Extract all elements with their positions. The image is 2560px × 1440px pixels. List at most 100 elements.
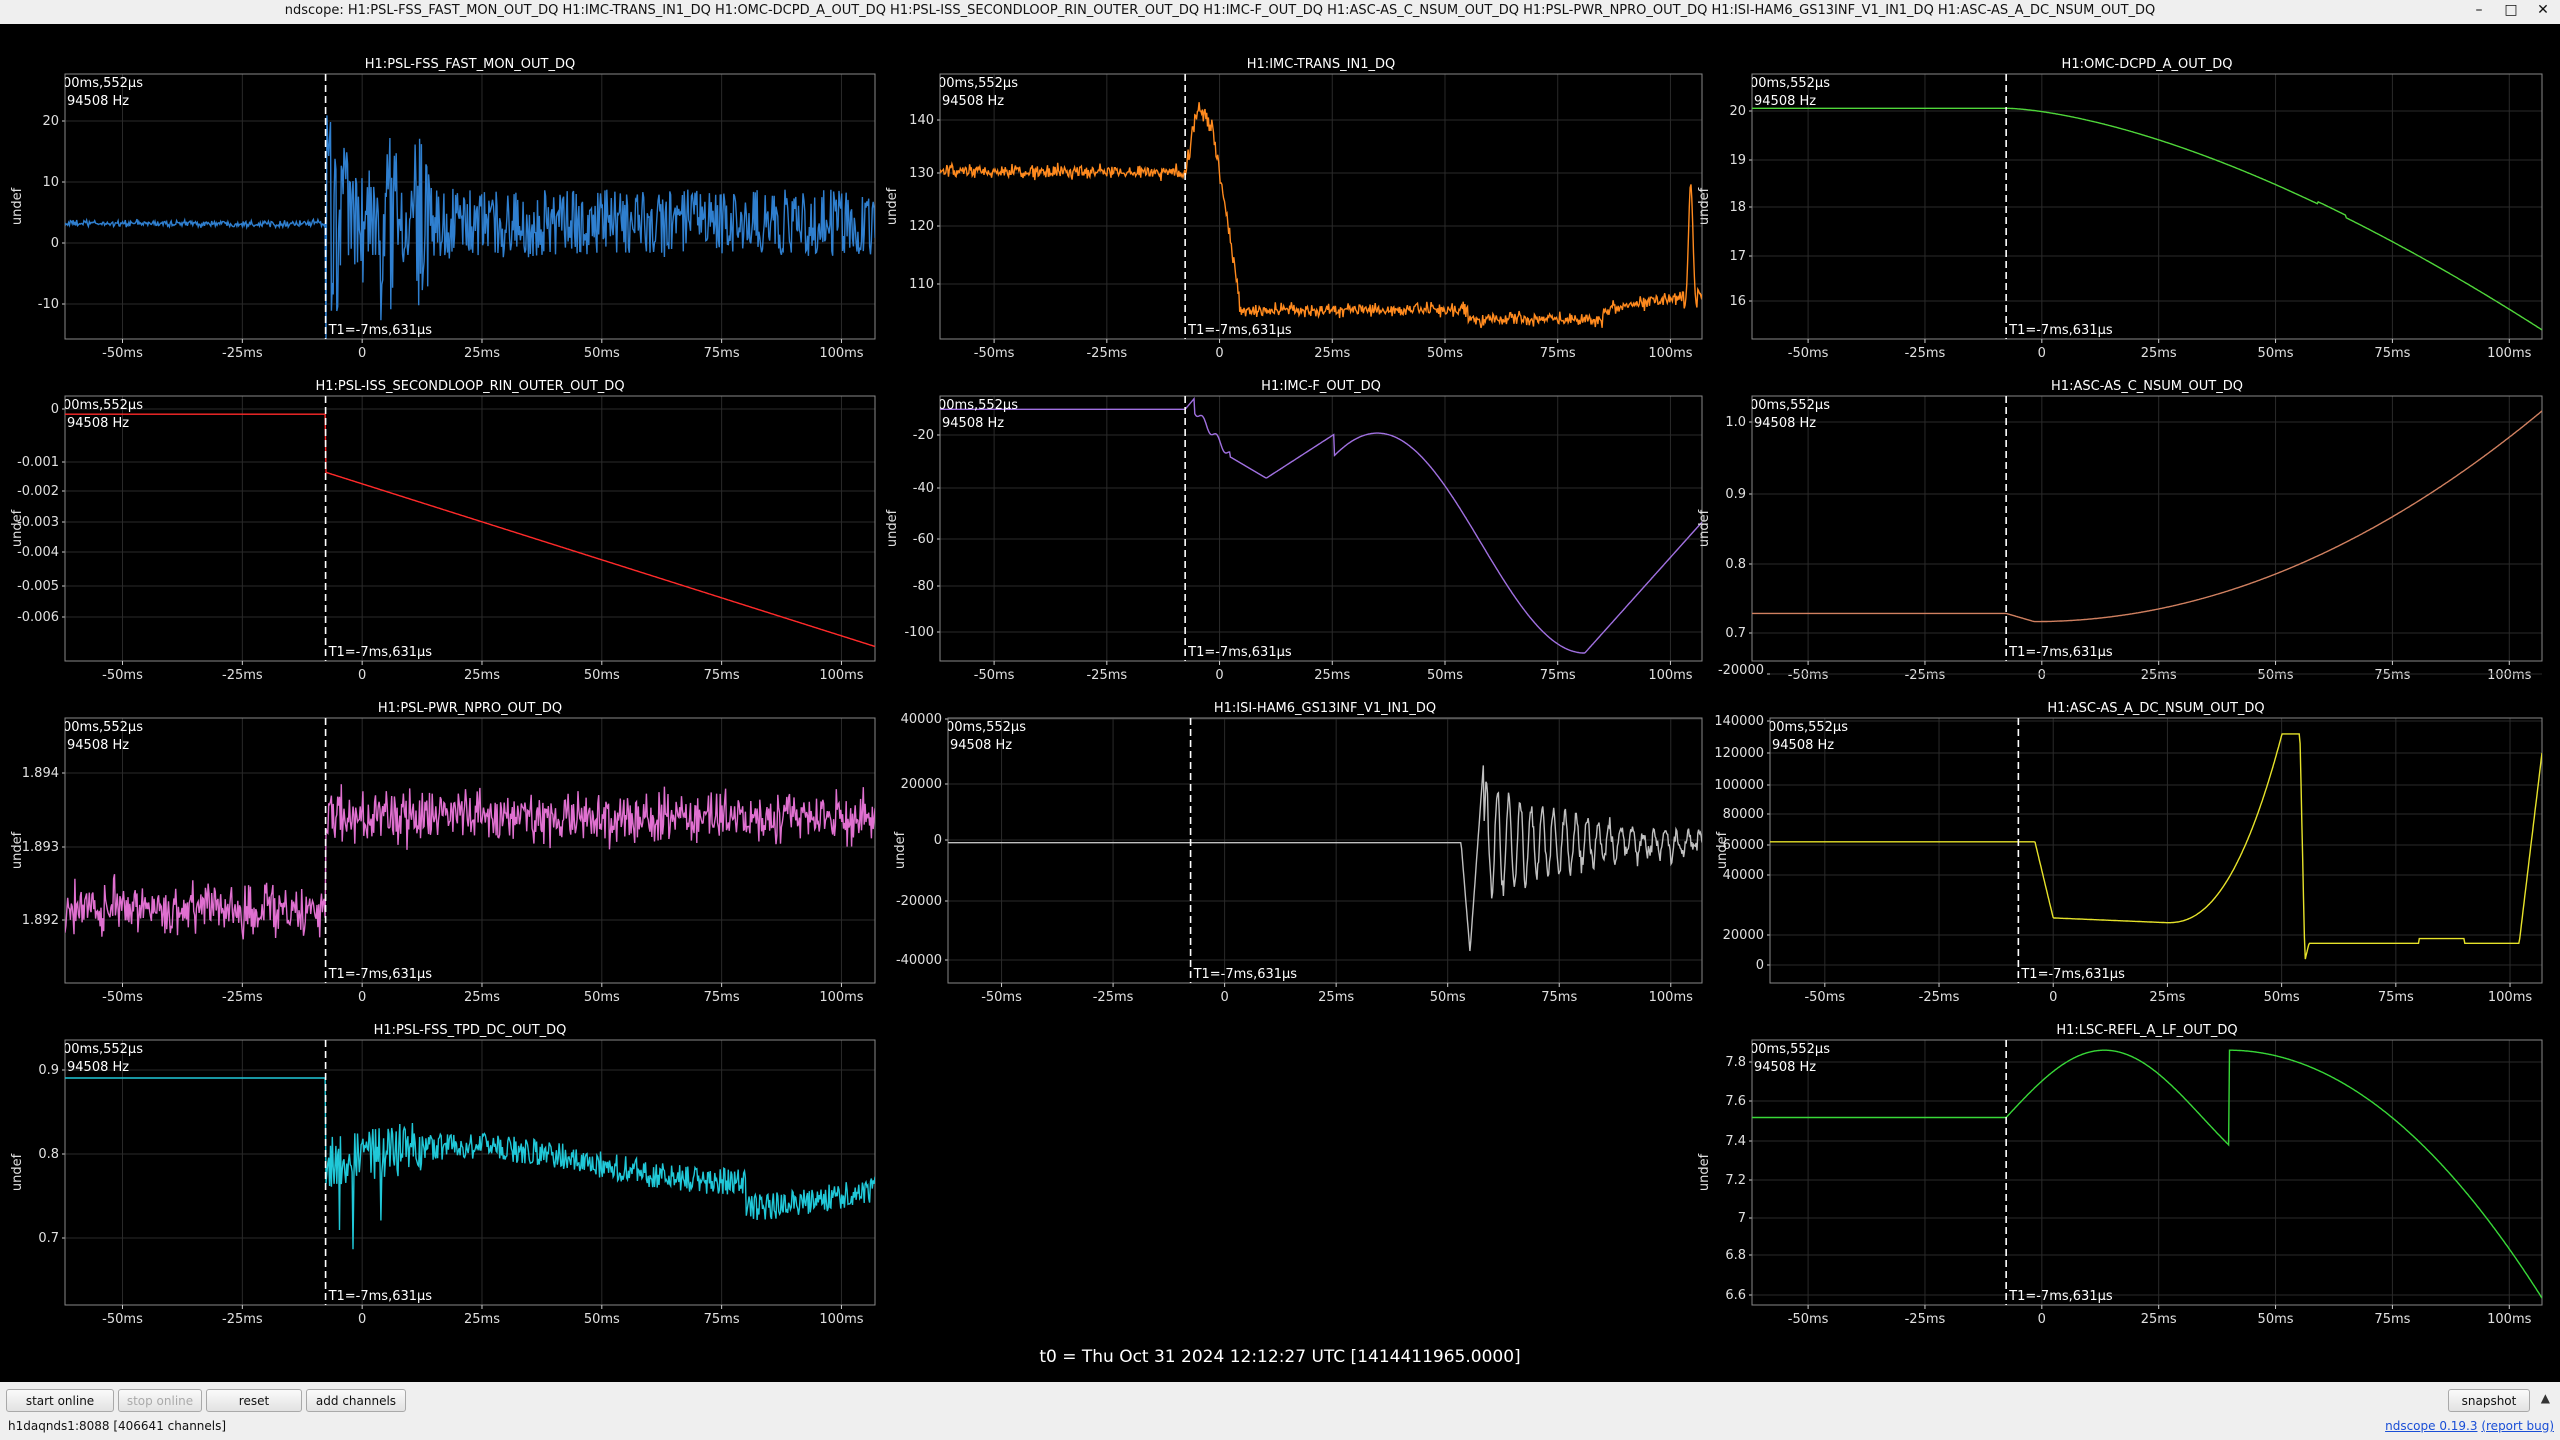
- x-tick-label: -25ms: [222, 1312, 263, 1327]
- maximize-button[interactable]: □: [2502, 2, 2520, 18]
- y-axis-label: undef: [885, 509, 900, 547]
- y-tick-label: -20: [913, 428, 934, 443]
- y-tick-label: 40000: [901, 712, 942, 727]
- chart-title: H1:OMC-DCPD_A_OUT_DQ: [2062, 57, 2233, 72]
- y-tick-label: 7.6: [1725, 1094, 1746, 1109]
- y-tick-label: 0: [51, 402, 59, 417]
- y-tick-label: 140000: [1714, 714, 1764, 729]
- cursor-freq-readout: 94508 Hz: [942, 94, 1004, 109]
- y-tick-label: 20: [42, 114, 59, 129]
- y-tick-label: 16: [1729, 294, 1746, 309]
- x-tick-label: 100ms: [819, 1312, 863, 1327]
- y-tick-label: -20000: [896, 894, 942, 909]
- version-link[interactable]: ndscope 0.19.3: [2385, 1419, 2477, 1433]
- y-tick-label: 6.8: [1725, 1248, 1746, 1263]
- chart-title: H1:IMC-F_OUT_DQ: [1261, 379, 1381, 394]
- y-tick-label: 40000: [1723, 868, 1764, 883]
- y-axis-label: undef: [10, 509, 25, 547]
- y-tick-label: 19: [1729, 153, 1746, 168]
- cursor-freq-readout: 94508 Hz: [67, 94, 129, 109]
- y-tick-label: 0.9: [38, 1063, 59, 1078]
- series-line: [65, 413, 875, 648]
- server-status: h1daqnds1:8088 [406641 channels]: [8, 1419, 227, 1433]
- cursor-freq-readout: 94508 Hz: [1754, 1060, 1816, 1075]
- x-tick-label: 75ms: [1541, 990, 1577, 1005]
- chart-panel[interactable]: H1:PSL-ISS_SECONDLOOP_RIN_OUTER_OUT_DQ 0 -…: [0, 352, 876, 683]
- cursor-time-readout: 00ms,552µs: [63, 720, 143, 735]
- y-axis-label: undef: [893, 831, 908, 869]
- snapshot-button[interactable]: snapshot: [2448, 1389, 2530, 1412]
- t1-cursor-label: T1=-7ms,631µs: [2008, 1289, 2113, 1304]
- chart-title: H1:ISI-HAM6_GS13INF_V1_IN1_DQ: [1214, 701, 1436, 716]
- add-channels-button[interactable]: add channels: [306, 1389, 406, 1412]
- x-tick-label: -50ms: [1788, 1312, 1829, 1327]
- x-tick-label: 0: [358, 1312, 366, 1327]
- y-axis-label: undef: [1697, 1153, 1712, 1191]
- minimize-button[interactable]: –: [2470, 2, 2488, 18]
- plot-area[interactable]: H1:PSL-FSS_FAST_MON_OUT_DQ 20 10 0 -10 -50ms -…: [0, 24, 2560, 1382]
- chart-panel[interactable]: H1:PSL-FSS_FAST_MON_OUT_DQ20100-10-50ms -…: [0, 30, 876, 361]
- chart-title: H1:PSL-FSS_FAST_MON_OUT_DQ: [365, 57, 575, 72]
- stop-online-button[interactable]: stop online: [118, 1389, 202, 1412]
- cursor-freq-readout: 94508 Hz: [1754, 94, 1816, 109]
- chart-panel[interactable]: H1:IMC-TRANS_IN1_DQ140130120110-50ms -25m…: [860, 30, 1720, 361]
- cursor-freq-readout: 94508 Hz: [1772, 738, 1834, 753]
- x-tick-label: 25ms: [464, 1312, 500, 1327]
- cursor-time-readout: 00ms,552µs: [63, 76, 143, 91]
- y-tick-label: -10: [38, 297, 59, 312]
- x-tick-label: 50ms: [1430, 990, 1466, 1005]
- cursor-freq-readout: 94508 Hz: [67, 416, 129, 431]
- close-button[interactable]: ✕: [2534, 2, 2552, 18]
- chart-panel[interactable]: H1:ASC-AS_A_DC_NSUM_OUT_DQ 140000 120000 10…: [1690, 663, 2550, 1005]
- cursor-time-readout: 00ms,552µs: [938, 398, 1018, 413]
- y-tick-label: -100: [904, 625, 934, 640]
- chart-title: H1:IMC-TRANS_IN1_DQ: [1247, 57, 1395, 72]
- chart-panel[interactable]: H1:IMC-F_OUT_DQ-20-40-60-80-100-50ms -25m…: [860, 352, 1720, 683]
- x-tick-label: 75ms: [704, 1312, 740, 1327]
- x-tick-label: 0: [2038, 1312, 2046, 1327]
- series-line: [1752, 1049, 2542, 1299]
- cursor-time-readout: 00ms,552µs: [946, 720, 1026, 735]
- cursor-freq-readout: 94508 Hz: [950, 738, 1012, 753]
- t1-cursor-label: T1=-7ms,631µs: [328, 1289, 433, 1304]
- chart-panel[interactable]: H1:OMC-DCPD_A_OUT_DQ2019181716-50ms -25ms…: [1690, 30, 2550, 361]
- t1-cursor-label: T1=-7ms,631µs: [1187, 645, 1292, 660]
- chart-panel[interactable]: H1:ASC-AS_C_NSUM_OUT_DQ1.00.90.80.7-50ms…: [1690, 352, 2550, 683]
- report-bug-link[interactable]: (report bug): [2481, 1419, 2554, 1433]
- series-line: [65, 1077, 875, 1250]
- chart-title: H1:PSL-FSS_TPD_DC_OUT_DQ: [374, 1023, 567, 1038]
- y-tick-label: -0.006: [17, 610, 59, 625]
- y-tick-label: 0: [1756, 958, 1764, 973]
- chart-panel[interactable]: H1:ISI-HAM6_GS13INF_V1_IN1_DQ 40000 20000 0…: [860, 674, 1720, 1005]
- cursor-freq-readout: 94508 Hz: [67, 738, 129, 753]
- chart-panel[interactable]: H1:LSC-REFL_A_LF_OUT_DQ 7.8 7.6 7.4 7.2 7 6.8 6…: [1690, 996, 2550, 1327]
- y-tick-label: 1.0: [1725, 415, 1746, 430]
- chart-panel[interactable]: H1:PSL-FSS_TPD_DC_OUT_DQ 0.9 0.8 0.7 -50ms -2…: [0, 996, 876, 1327]
- y-axis-label: undef: [10, 831, 25, 869]
- series-line: [1752, 107, 2542, 331]
- y-axis-label: undef: [10, 1153, 25, 1191]
- chart-panel[interactable]: H1:PSL-PWR_NPRO_OUT_DQ1.8941.8931.892-50…: [0, 674, 876, 1005]
- expand-icon[interactable]: ▲: [2541, 1391, 2550, 1405]
- y-tick-label: 7.8: [1725, 1055, 1746, 1070]
- y-axis-label: undef: [1715, 831, 1730, 869]
- x-tick-label: 100ms: [1649, 990, 1693, 1005]
- x-tick-label: 100ms: [2487, 1312, 2531, 1327]
- x-tick-label: 75ms: [2374, 1312, 2410, 1327]
- cursor-time-readout: 00ms,552µs: [938, 76, 1018, 91]
- cursor-time-readout: 00ms,552µs: [63, 398, 143, 413]
- y-tick-label: 6.6: [1725, 1288, 1746, 1303]
- cursor-freq-readout: 94508 Hz: [1754, 416, 1816, 431]
- cursor-time-readout: 00ms,552µs: [1768, 720, 1848, 735]
- series-line: [65, 784, 875, 940]
- reset-button[interactable]: reset: [206, 1389, 302, 1412]
- y-tick-label: 1.893: [22, 840, 59, 855]
- cursor-freq-readout: 94508 Hz: [942, 416, 1004, 431]
- y-tick-label: 0.7: [1725, 626, 1746, 641]
- version-info: ndscope 0.19.3 (report bug): [2385, 1419, 2554, 1433]
- t1-cursor-label: T1=-7ms,631µs: [2008, 323, 2113, 338]
- t1-cursor-label: T1=-7ms,631µs: [2008, 645, 2113, 660]
- start-online-button[interactable]: start online: [6, 1389, 114, 1412]
- x-tick-label: 0: [1220, 990, 1228, 1005]
- y-tick-label: -0.005: [17, 579, 59, 594]
